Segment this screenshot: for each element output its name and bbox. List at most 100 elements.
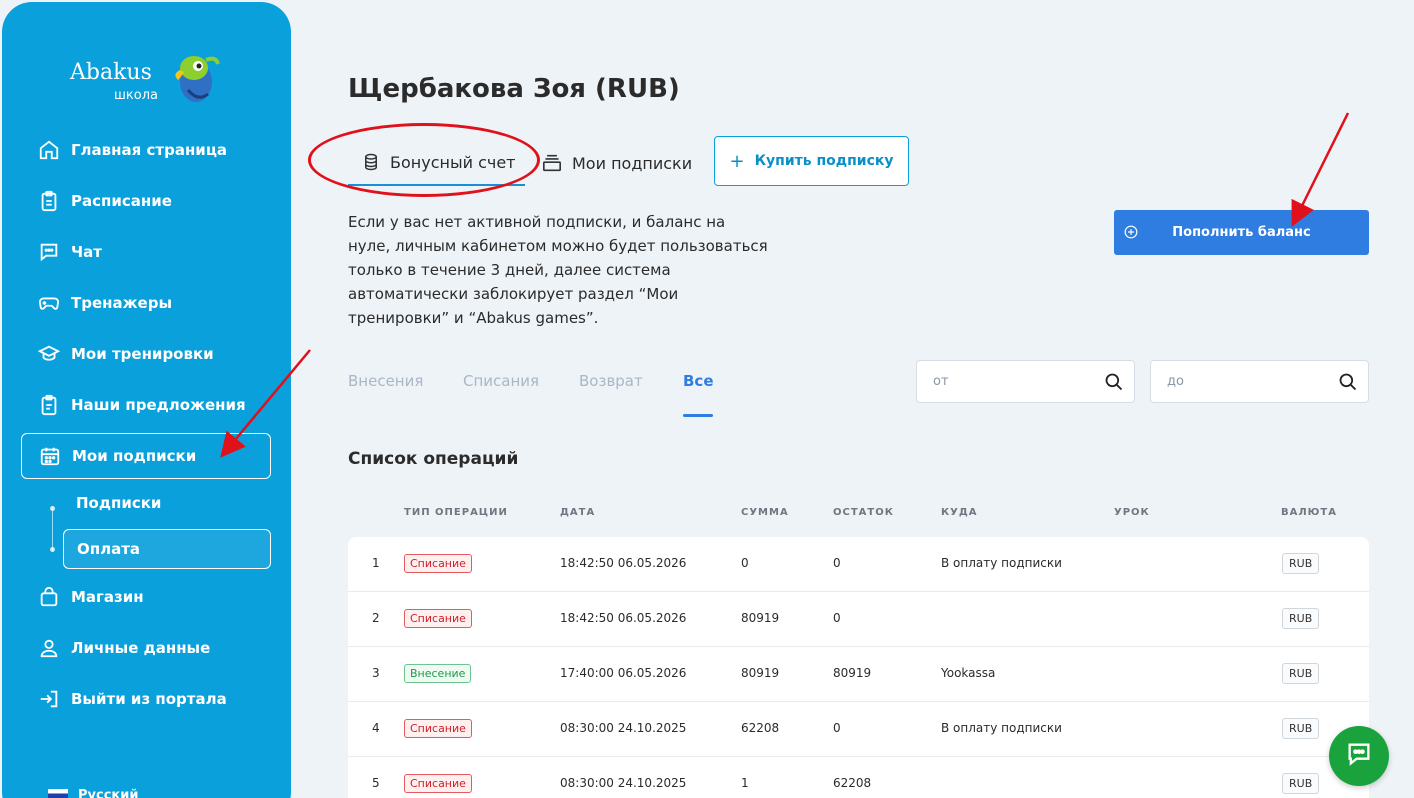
language-label: Русский (78, 788, 139, 798)
chat-bubble-icon (1345, 740, 1373, 772)
operation-sum: 80919 (741, 611, 780, 625)
table-row: 1 Списание 18:42:50 06.05.2026 0 0 В опл… (348, 537, 1369, 592)
operation-balance: 0 (833, 556, 841, 570)
parrot-logo-icon (175, 56, 220, 102)
sidebar-item-chat[interactable]: Чат (21, 229, 271, 275)
operation-type-badge: Списание (404, 554, 472, 573)
sidebar-subitem-payment[interactable]: Оплата (63, 529, 271, 569)
layers-icon (542, 154, 562, 172)
filter-tab-refunds[interactable]: Возврат (579, 372, 643, 390)
sidebar-item-subscriptions[interactable]: Мои подписки (21, 433, 271, 479)
sidebar-item-offers[interactable]: Наши предложения (21, 382, 271, 428)
operation-type-badge: Списание (404, 774, 472, 793)
sidebar-item-shop[interactable]: Магазин (21, 574, 271, 620)
submenu-tree-line (52, 506, 53, 552)
operation-date: 18:42:50 06.05.2026 (560, 556, 687, 570)
sidebar-item-logout[interactable]: Выйти из портала (21, 676, 271, 722)
operation-sum: 62208 (741, 721, 780, 735)
currency-badge: RUB (1282, 773, 1320, 794)
sidebar-item-schedule[interactable]: Расписание (21, 178, 271, 224)
sidebar-item-label: Выйти из портала (71, 690, 227, 708)
graduation-cap-icon (37, 342, 61, 366)
operation-type-badge: Списание (404, 719, 472, 738)
sidebar-item-label: Магазин (71, 588, 144, 606)
search-icon[interactable] (1338, 372, 1358, 396)
info-text: Если у вас нет активной подписки, и бала… (348, 213, 768, 327)
sidebar-item-home[interactable]: Главная страница (21, 127, 271, 173)
buy-subscription-button[interactable]: + Купить подписку (714, 136, 909, 186)
operation-destination: В оплату подписки (941, 721, 1062, 735)
home-icon (37, 138, 61, 162)
sidebar-item-label: Расписание (71, 192, 172, 210)
topup-balance-button[interactable]: Пополнить баланс (1114, 210, 1369, 255)
sidebar-item-label: Главная страница (71, 141, 228, 159)
operation-date: 08:30:00 24.10.2025 (560, 776, 687, 790)
sidebar: Abakus школа Главная страница Расписание… (2, 2, 291, 798)
operation-balance: 0 (833, 611, 841, 625)
page-title: Щербакова Зоя (RUB) (348, 74, 680, 104)
operation-type-badge: Списание (404, 609, 472, 628)
operations-list-title: Список операций (348, 449, 519, 469)
operation-date: 17:40:00 06.05.2026 (560, 666, 687, 680)
date-to-input[interactable]: до (1150, 360, 1369, 403)
operation-sum: 0 (741, 556, 749, 570)
table-row: 3 Внесение 17:40:00 06.05.2026 80919 809… (348, 647, 1369, 702)
sidebar-item-label: Наши предложения (71, 396, 246, 414)
operation-date: 08:30:00 24.10.2025 (560, 721, 687, 735)
user-icon (37, 636, 61, 660)
operation-sum: 80919 (741, 666, 780, 680)
column-header-sum: СУММА (741, 507, 789, 518)
submenu-dot (50, 506, 55, 511)
table-row: 5 Списание 08:30:00 24.10.2025 1 62208 R… (348, 757, 1369, 798)
operation-destination: Yookassa (941, 666, 996, 680)
filter-tab-deposits[interactable]: Внесения (348, 372, 423, 390)
operation-type-badge: Внесение (404, 664, 472, 683)
logout-icon (37, 687, 61, 711)
sidebar-item-trainers[interactable]: Тренажеры (21, 280, 271, 326)
chat-icon (37, 240, 61, 264)
date-from-input[interactable]: от (916, 360, 1135, 403)
currency-badge: RUB (1282, 718, 1320, 739)
column-header-type: ТИП ОПЕРАЦИИ (404, 507, 508, 518)
annotation-ellipse (308, 123, 540, 197)
sidebar-item-label: Чат (71, 243, 102, 261)
column-header-destination: КУДА (941, 507, 978, 518)
plus-icon: + (729, 150, 745, 172)
topup-balance-label: Пополнить баланс (1172, 225, 1311, 240)
support-chat-button[interactable] (1329, 726, 1389, 786)
column-header-lesson: УРОК (1114, 507, 1150, 518)
search-icon[interactable] (1104, 372, 1124, 396)
column-header-balance: ОСТАТОК (833, 507, 894, 518)
table-row: 4 Списание 08:30:00 24.10.2025 62208 0 В… (348, 702, 1369, 757)
row-number: 1 (372, 556, 380, 570)
sidebar-subitem-label: Оплата (77, 540, 141, 558)
gamepad-icon (37, 291, 61, 315)
tab-label: Мои подписки (572, 153, 693, 173)
sidebar-item-trainings[interactable]: Мои тренировки (21, 331, 271, 377)
sidebar-item-label: Мои подписки (72, 447, 197, 465)
currency-badge: RUB (1282, 663, 1320, 684)
filter-tab-withdrawals[interactable]: Списания (463, 372, 539, 390)
sidebar-subitem-subscriptions[interactable]: Подписки (63, 483, 271, 523)
calendar-icon (38, 444, 62, 468)
filter-tab-all[interactable]: Все (683, 372, 714, 390)
date-to-placeholder: до (1167, 374, 1184, 389)
row-number: 4 (372, 721, 380, 735)
sidebar-subitem-label: Подписки (76, 494, 162, 512)
operation-sum: 1 (741, 776, 749, 790)
annotation-arrow (1291, 112, 1350, 227)
logo-sub: школа (114, 88, 158, 103)
sidebar-item-label: Тренажеры (71, 294, 173, 312)
shopping-bag-icon (37, 585, 61, 609)
logo[interactable]: Abakus школа (70, 50, 230, 110)
currency-badge: RUB (1282, 608, 1320, 629)
clipboard-list-icon (37, 393, 61, 417)
sidebar-item-profile[interactable]: Личные данные (21, 625, 271, 671)
plus-circle-icon (1124, 225, 1138, 243)
buy-subscription-label: Купить подписку (754, 153, 894, 169)
active-tab-indicator (683, 414, 713, 417)
column-header-currency: ВАЛЮТА (1281, 507, 1337, 518)
language-selector[interactable]: Русский (48, 788, 138, 798)
tab-my-subscriptions[interactable]: Мои подписки (542, 140, 692, 186)
table-row: 2 Списание 18:42:50 06.05.2026 80919 0 R… (348, 592, 1369, 647)
